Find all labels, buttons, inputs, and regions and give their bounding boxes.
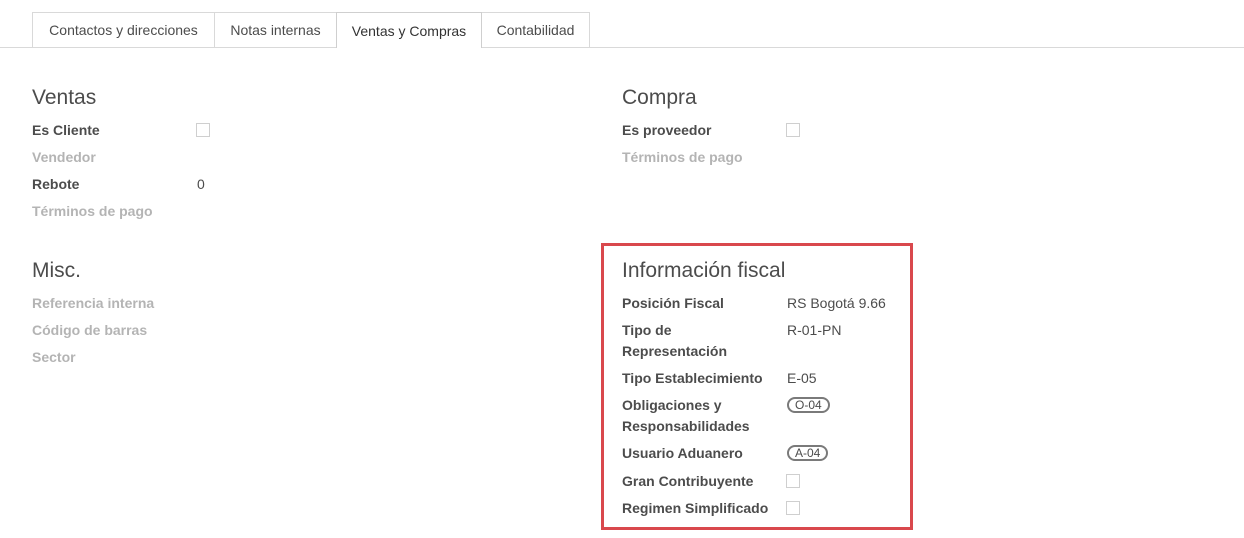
notebook-tabs: Contactos y direcciones Notas internas V… — [0, 0, 1244, 48]
tipo-establecimiento-label: Tipo Establecimiento — [622, 370, 763, 386]
usuario-aduanero-label: Usuario Aduanero — [622, 445, 743, 461]
tabs-divider — [0, 47, 1244, 48]
obligaciones-label-line2: Responsabilidades — [622, 418, 750, 434]
usuario-aduanero-tag[interactable]: A-04 — [787, 445, 829, 461]
misc-section-title: Misc. — [32, 259, 81, 282]
regimen-simplificado-label: Regimen Simplificado — [622, 500, 769, 516]
codigo-barras-label: Código de barras — [32, 322, 148, 338]
regimen-simplificado-checkbox[interactable] — [786, 501, 800, 515]
tipo-representacion-label-line1: Tipo de — [622, 322, 672, 338]
tab-ventas-compras[interactable]: Ventas y Compras — [336, 12, 482, 48]
es-proveedor-checkbox[interactable] — [786, 123, 800, 137]
tab-contabilidad[interactable]: Contabilidad — [482, 12, 590, 47]
obligaciones-label-line1: Obligaciones y — [622, 397, 722, 413]
referencia-interna-label: Referencia interna — [32, 295, 155, 311]
ventas-terminos-pago-label: Términos de pago — [32, 203, 153, 219]
compra-section-title: Compra — [622, 86, 697, 109]
rebote-value[interactable]: 0 — [197, 174, 205, 195]
gran-contribuyente-label: Gran Contribuyente — [622, 473, 754, 489]
compra-terminos-pago-label: Términos de pago — [622, 149, 743, 165]
posicion-fiscal-label: Posición Fiscal — [622, 295, 724, 311]
rebote-label: Rebote — [32, 176, 80, 192]
ventas-section-title: Ventas — [32, 86, 97, 109]
gran-contribuyente-checkbox[interactable] — [786, 474, 800, 488]
tipo-establecimiento-value[interactable]: E-05 — [787, 368, 817, 389]
sector-label: Sector — [32, 349, 76, 365]
obligaciones-tag[interactable]: O-04 — [787, 397, 830, 413]
es-cliente-label: Es Cliente — [32, 122, 100, 138]
fiscal-section-title: Información fiscal — [622, 259, 786, 282]
tab-notas-internas[interactable]: Notas internas — [215, 12, 337, 47]
posicion-fiscal-value[interactable]: RS Bogotá 9.66 — [787, 293, 886, 314]
vendedor-label: Vendedor — [32, 149, 96, 165]
tab-contactos-direcciones[interactable]: Contactos y direcciones — [32, 12, 215, 47]
tipo-representacion-value[interactable]: R-01-PN — [787, 320, 841, 341]
es-proveedor-label: Es proveedor — [622, 122, 712, 138]
es-cliente-checkbox[interactable] — [196, 123, 210, 137]
tipo-representacion-label-line2: Representación — [622, 343, 728, 359]
